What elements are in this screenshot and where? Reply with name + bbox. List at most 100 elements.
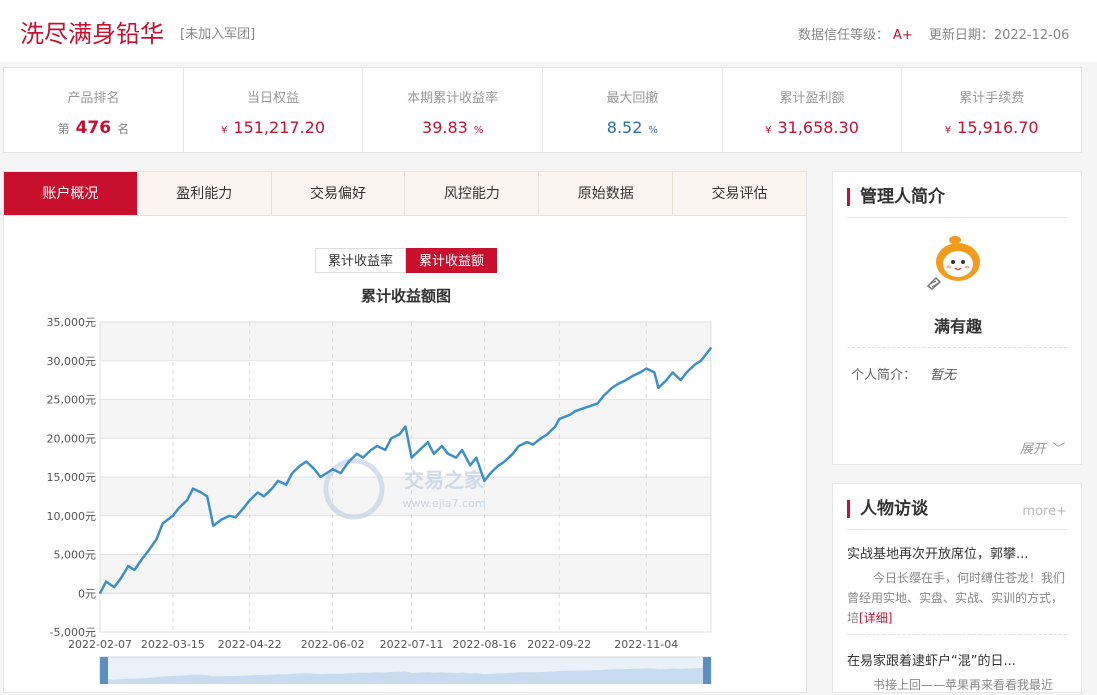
chart-title: 累计收益额图 — [360, 287, 451, 305]
data-point — [285, 483, 287, 486]
detail-link[interactable]: [详细] — [859, 611, 892, 625]
rank-suffix: 名 — [117, 122, 130, 136]
data-point — [611, 387, 613, 389]
data-point — [631, 375, 633, 378]
y-tick-label: 5,000元 — [54, 549, 97, 562]
data-point — [398, 433, 401, 436]
interviews-panel: 人物访谈 more+ 实战基地再次开放席位，郭攀... 今日长缨在手，何时缚住苍… — [832, 483, 1082, 693]
data-point — [206, 495, 209, 498]
manager-panel: 管理人简介 满有趣 个人简介： 暂无 展开 ﹀ — [832, 171, 1082, 465]
legion-tag[interactable]: [未加入军团] — [180, 23, 255, 42]
data-point — [172, 514, 174, 517]
total-fee-value: 15,916.70 — [957, 118, 1039, 137]
data-point — [503, 460, 506, 463]
stat-total-fee: 累计手续费 ¥15,916.70 — [902, 68, 1081, 152]
data-point — [305, 460, 308, 463]
interview-headline[interactable]: 在易家跟着逮虾户“混”的日... — [847, 650, 1069, 669]
intro-value: 暂无 — [930, 368, 957, 383]
y-tick-label: 15,000元 — [47, 471, 97, 484]
total-profit-value: 31,658.30 — [777, 118, 859, 137]
rank-prefix: 第 — [57, 122, 70, 136]
data-point — [248, 499, 251, 502]
stat-rank: 产品排名 第 476 名 — [4, 68, 184, 152]
data-point — [141, 557, 144, 560]
data-point — [155, 538, 158, 540]
interview-headline[interactable]: 实战基地再次开放席位，郭攀... — [847, 543, 1069, 562]
divider — [847, 347, 1067, 348]
watermark-text: 交易之家 — [404, 468, 485, 492]
tab-trading-evaluation[interactable]: 交易评估 — [673, 172, 806, 215]
tab-raw-data[interactable]: 原始数据 — [539, 172, 674, 215]
stat-label: 累计手续费 — [959, 91, 1025, 106]
data-point — [617, 383, 619, 385]
data-point — [370, 449, 372, 451]
data-point — [483, 480, 486, 482]
page-header: 洗尽满身铅华 [未加入军团] 数据信任等级： A+ 更新日期：2022-12-06 — [0, 0, 1097, 62]
interview-summary: 今日长缨在手，何时缚住苍龙！我们曾经用实地、实盘、实战、实训的方式，培[详细] — [847, 568, 1069, 628]
data-point — [220, 518, 223, 521]
data-point — [127, 565, 130, 567]
data-point — [161, 522, 164, 525]
more-link[interactable]: more+ — [1022, 504, 1067, 519]
data-point — [277, 480, 279, 482]
y-tick-label: 10,000元 — [47, 510, 97, 523]
rank-value: 476 — [75, 118, 112, 138]
chart-mode-toggle: 累计收益率 累计收益额 — [315, 248, 498, 273]
zoom-handle-right[interactable] — [703, 657, 711, 684]
stat-label: 当日权益 — [247, 91, 300, 106]
product-title: 洗尽满身铅华 — [20, 20, 164, 48]
data-point — [694, 363, 696, 366]
data-point — [228, 514, 231, 517]
y-tick-label: 20,000元 — [47, 432, 97, 445]
divider — [847, 217, 1067, 218]
trust-label: 数据信任等级： — [798, 28, 890, 43]
data-point — [242, 507, 245, 509]
zoom-handle-left[interactable] — [100, 657, 108, 684]
data-point — [679, 379, 682, 381]
y-tick-label: 25,000元 — [47, 394, 97, 407]
data-point — [433, 452, 435, 455]
currency-symbol: ¥ — [221, 125, 228, 136]
expand-button[interactable]: 展开 ﹀ — [1020, 438, 1063, 457]
toggle-profit-amount[interactable]: 累计收益额 — [406, 248, 498, 273]
data-point — [339, 472, 342, 474]
x-tick-label: 2022-03-15 — [141, 638, 205, 651]
tab-profitability[interactable]: 盈利能力 — [137, 172, 272, 215]
tab-account-overview[interactable]: 账户概况 — [4, 172, 138, 215]
divider — [847, 529, 1067, 530]
manager-intro: 个人简介： 暂无 — [851, 364, 956, 383]
data-point — [331, 468, 334, 471]
data-point — [105, 580, 107, 583]
interview-summary: 书接上回——苹果再来看看我最近 — [847, 675, 1069, 695]
x-tick-label: 2022-07-11 — [380, 638, 444, 651]
data-point — [362, 456, 364, 459]
data-point — [568, 414, 571, 416]
data-point — [234, 516, 237, 519]
divider — [847, 634, 1067, 635]
interview-item: 实战基地再次开放席位，郭攀... 今日长缨在手，何时缚住苍龙！我们曾经用实地、实… — [847, 543, 1069, 628]
data-point — [299, 464, 302, 467]
data-point — [461, 449, 463, 451]
data-point — [410, 456, 413, 459]
data-point — [200, 491, 202, 494]
tab-risk-control[interactable]: 风控能力 — [405, 172, 540, 215]
data-point — [685, 371, 688, 374]
data-point — [517, 445, 520, 447]
data-point — [348, 460, 350, 463]
interviews-section-title: 人物访谈 — [847, 500, 928, 518]
currency-symbol: ¥ — [765, 125, 772, 136]
data-point — [418, 449, 421, 451]
tab-trading-preference[interactable]: 交易偏好 — [271, 172, 406, 215]
data-point — [133, 569, 136, 571]
x-tick-label: 2022-04-22 — [218, 638, 282, 651]
data-point — [313, 468, 316, 471]
data-point — [489, 472, 492, 474]
data-point — [99, 592, 101, 595]
update-label: 更新日期： — [928, 28, 994, 43]
data-point — [384, 449, 387, 451]
stat-label: 累计盈利额 — [779, 91, 845, 106]
toggle-return-rate[interactable]: 累计收益率 — [315, 248, 407, 273]
data-point — [376, 445, 378, 447]
y-tick-label: 30,000元 — [47, 355, 97, 368]
data-point — [404, 425, 407, 428]
